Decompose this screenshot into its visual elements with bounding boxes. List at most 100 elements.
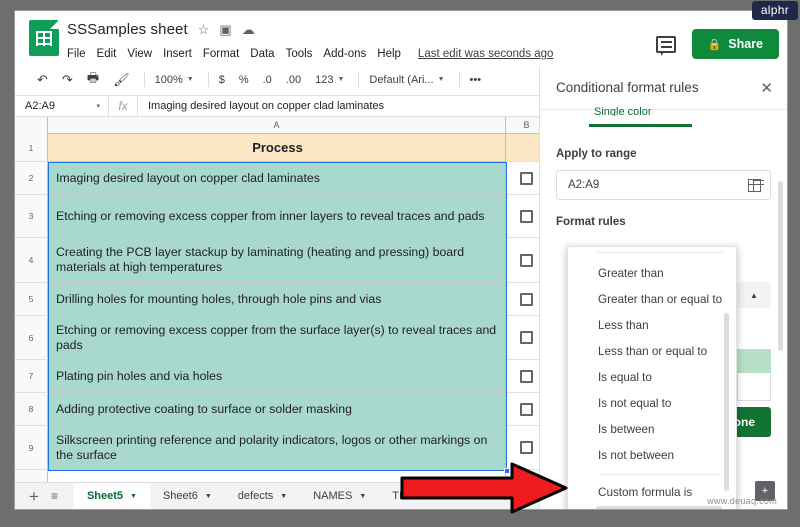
zoom-level-selector[interactable]: 100% ▼ bbox=[155, 74, 194, 86]
cell-a2[interactable]: Imaging desired layout on copper clad la… bbox=[48, 162, 506, 195]
menu-format[interactable]: Format bbox=[203, 48, 239, 60]
screenshot-root: SSSamples sheet ☆ ▣ ☁ File Edit View Ins… bbox=[0, 0, 800, 527]
close-icon[interactable]: ✕ bbox=[760, 79, 773, 97]
row-header[interactable]: 7 bbox=[15, 360, 48, 393]
row-header[interactable]: 6 bbox=[15, 316, 48, 360]
cell-a5[interactable]: Drilling holes for mounting holes, throu… bbox=[48, 283, 506, 316]
dropdown-item-greater-than[interactable]: Greater than bbox=[568, 261, 736, 287]
name-box[interactable]: A2:A9 ▾ bbox=[15, 100, 108, 112]
toolbar-divider-3 bbox=[358, 72, 360, 87]
menu-file[interactable]: File bbox=[67, 48, 86, 60]
row-header[interactable]: 3 bbox=[15, 195, 48, 238]
dropdown-item-is-not-between[interactable]: Is not between bbox=[568, 443, 736, 469]
sheet-tab-sheet5[interactable]: Sheet5 ▼ bbox=[73, 482, 150, 509]
dropdown-horizontal-scrollbar[interactable] bbox=[596, 506, 722, 509]
add-sheet-button[interactable]: + bbox=[29, 488, 39, 505]
name-box-value: A2:A9 bbox=[25, 100, 55, 112]
menu-tools[interactable]: Tools bbox=[286, 48, 313, 60]
chevron-down-icon[interactable]: ▼ bbox=[205, 493, 212, 500]
move-to-folder-icon[interactable]: ▣ bbox=[219, 23, 231, 36]
menu-edit[interactable]: Edit bbox=[97, 48, 117, 60]
font-label: Default (Ari... bbox=[369, 73, 434, 86]
dropdown-item-is-between[interactable]: Is between bbox=[568, 417, 736, 443]
row-header[interactable]: 2 bbox=[15, 162, 48, 195]
cell-a3[interactable]: Etching or removing excess copper from i… bbox=[48, 195, 506, 238]
panel-scrollbar[interactable] bbox=[778, 181, 783, 481]
sheet-tab-names[interactable]: NAMES ▼ bbox=[300, 483, 379, 510]
currency-format-button[interactable]: $ bbox=[219, 74, 225, 86]
cell-a4[interactable]: Creating the PCB layer stackup by lamina… bbox=[48, 238, 506, 283]
paint-format-icon[interactable]: 🖌 bbox=[113, 72, 130, 88]
row-header[interactable]: 8 bbox=[15, 393, 48, 426]
redo-icon[interactable]: ↷ bbox=[62, 72, 73, 88]
cell-a6[interactable]: Etching or removing excess copper from t… bbox=[48, 316, 506, 360]
checkbox-icon[interactable] bbox=[520, 441, 533, 454]
all-sheets-icon[interactable]: ≡ bbox=[51, 489, 58, 503]
range-input[interactable]: A2:A9 bbox=[556, 170, 771, 200]
format-preview-text-box[interactable] bbox=[737, 373, 771, 401]
dropdown-item-less-than-or-equal-to[interactable]: Less than or equal to bbox=[568, 339, 736, 365]
percent-format-button[interactable]: % bbox=[239, 74, 249, 86]
checkbox-icon[interactable] bbox=[520, 292, 533, 306]
dropdown-list: Greater than Greater than or equal to Le… bbox=[568, 247, 736, 506]
menu-addons[interactable]: Add-ons bbox=[323, 48, 366, 60]
checkbox-icon[interactable] bbox=[520, 171, 533, 185]
sheet-tab-defects[interactable]: defects ▼ bbox=[225, 483, 300, 510]
tab-single-color[interactable]: Single color bbox=[594, 106, 651, 116]
checkbox-icon[interactable] bbox=[520, 402, 533, 416]
more-options-icon[interactable]: ••• bbox=[470, 74, 482, 86]
row-header[interactable]: 4 bbox=[15, 238, 48, 283]
font-selector[interactable]: Default (Ari... ▼ bbox=[369, 74, 444, 86]
row-header[interactable]: 1 bbox=[15, 134, 48, 162]
undo-icon[interactable]: ↶ bbox=[37, 72, 48, 88]
chevron-down-icon[interactable]: ▼ bbox=[130, 493, 137, 500]
column-header-a[interactable]: A bbox=[48, 117, 506, 134]
chevron-down-icon: ▼ bbox=[337, 76, 345, 83]
checkbox-icon[interactable] bbox=[520, 331, 533, 344]
print-icon[interactable]: 🖶 bbox=[87, 69, 99, 91]
dropdown-item-is-equal-to[interactable]: Is equal to bbox=[568, 365, 736, 391]
formula-input[interactable]: Imaging desired layout on copper clad la… bbox=[138, 100, 384, 112]
last-edit-status[interactable]: Last edit was seconds ago bbox=[418, 48, 554, 60]
star-icon[interactable]: ☆ bbox=[198, 23, 210, 36]
cloud-saved-icon[interactable]: ☁ bbox=[242, 23, 255, 36]
share-button[interactable]: 🔒 Share bbox=[691, 29, 779, 59]
document-title[interactable]: SSSamples sheet bbox=[67, 21, 188, 38]
menu-insert[interactable]: Insert bbox=[163, 48, 192, 60]
select-all-corner[interactable] bbox=[15, 117, 48, 134]
dropdown-item-is-not-equal-to[interactable]: Is not equal to bbox=[568, 391, 736, 417]
row-header[interactable]: 9 bbox=[15, 426, 48, 470]
toolbar-divider-2 bbox=[207, 72, 209, 87]
checkbox-icon[interactable] bbox=[520, 369, 533, 383]
menu-help[interactable]: Help bbox=[377, 48, 401, 60]
active-tab-indicator bbox=[589, 124, 692, 127]
table-row: 5 Drilling holes for mounting holes, thr… bbox=[15, 283, 548, 316]
comment-icon[interactable] bbox=[655, 35, 676, 56]
checkbox-icon[interactable] bbox=[520, 253, 533, 267]
annotation-arrow-icon bbox=[400, 462, 568, 514]
cell-a8[interactable]: Adding protective coating to surface or … bbox=[48, 393, 506, 426]
sheet-tab-sheet6[interactable]: Sheet6 ▼ bbox=[150, 483, 225, 510]
apply-to-range-label: Apply to range bbox=[556, 148, 637, 160]
menu-view[interactable]: View bbox=[127, 48, 152, 60]
google-sheets-icon bbox=[29, 20, 59, 56]
format-rules-label: Format rules bbox=[556, 216, 626, 228]
scrollbar-thumb[interactable] bbox=[778, 181, 783, 351]
chevron-down-icon[interactable]: ▼ bbox=[359, 493, 366, 500]
checkbox-icon[interactable] bbox=[520, 209, 533, 223]
grid-picker-icon[interactable] bbox=[748, 178, 761, 192]
cell-a1[interactable]: Process bbox=[48, 134, 506, 162]
chevron-down-icon[interactable]: ▼ bbox=[280, 493, 287, 500]
increase-decimal-button[interactable]: .00 bbox=[286, 74, 301, 86]
decrease-decimal-button[interactable]: .0 bbox=[263, 74, 272, 86]
collapse-condition-button[interactable]: ▲ bbox=[737, 282, 771, 308]
dropdown-scrollbar-thumb[interactable] bbox=[724, 313, 729, 491]
cell-a7[interactable]: Plating pin holes and via holes bbox=[48, 360, 506, 393]
menu-data[interactable]: Data bbox=[250, 48, 274, 60]
format-preview-swatch[interactable] bbox=[737, 349, 771, 373]
dropdown-item-greater-than-or-equal-to[interactable]: Greater than or equal to bbox=[568, 287, 736, 313]
number-format-selector[interactable]: 123 ▼ bbox=[315, 74, 344, 86]
row-header[interactable]: 5 bbox=[15, 283, 48, 316]
dropdown-item-less-than[interactable]: Less than bbox=[568, 313, 736, 339]
sheet-tab-label: Sheet5 bbox=[86, 490, 124, 502]
